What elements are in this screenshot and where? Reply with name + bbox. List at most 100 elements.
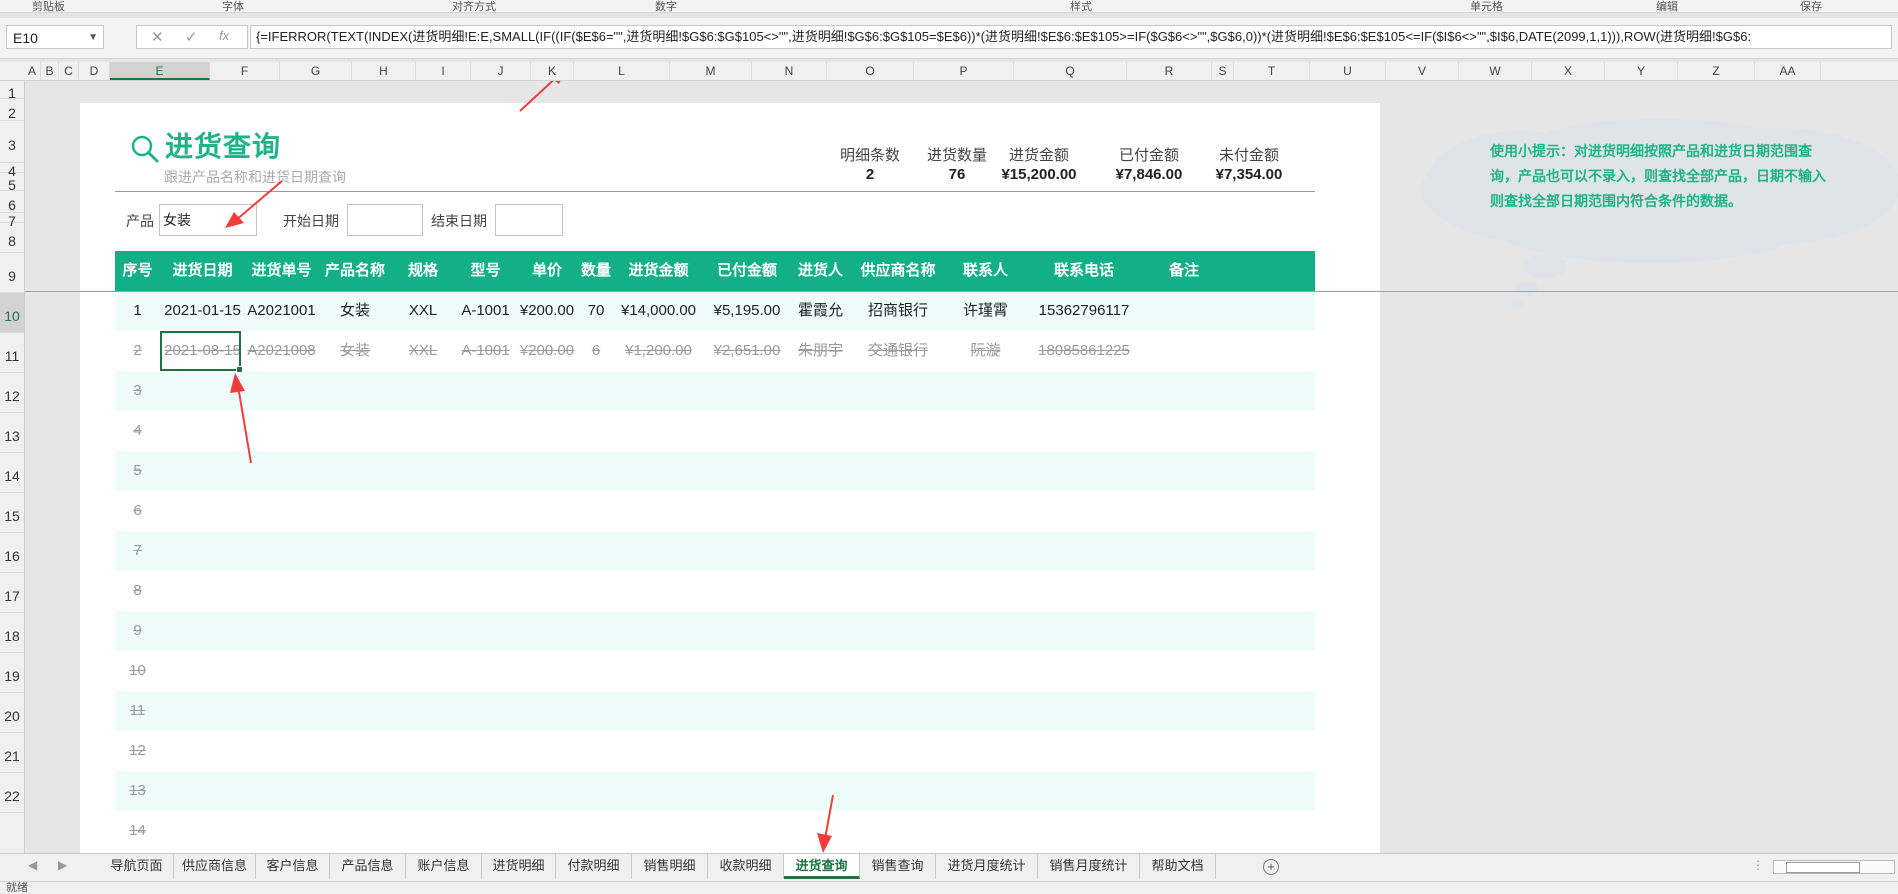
- row-header-13[interactable]: 13: [0, 413, 24, 453]
- tab-13[interactable]: 帮助文档: [1140, 854, 1216, 879]
- tab-4[interactable]: 账户信息: [406, 854, 482, 879]
- ribbon-group-clipboard[interactable]: 剪贴板: [32, 0, 65, 12]
- table-cell[interactable]: A2021008: [245, 331, 318, 371]
- tab-scroll-right-icon[interactable]: ▶: [58, 858, 67, 872]
- row-header-22[interactable]: 22: [0, 773, 24, 813]
- row-header-21[interactable]: 21: [0, 733, 24, 773]
- ribbon-group-font[interactable]: 字体: [222, 0, 244, 12]
- row-header-12[interactable]: 12: [0, 373, 24, 413]
- ribbon-group-number[interactable]: 数字: [655, 0, 677, 12]
- table-cell[interactable]: 10: [115, 651, 160, 691]
- ribbon-group-cells[interactable]: 单元格: [1470, 0, 1503, 12]
- column-header-v[interactable]: V: [1386, 62, 1459, 80]
- table-cell[interactable]: 15362796117: [1024, 291, 1144, 331]
- table-cell[interactable]: 9: [115, 611, 160, 651]
- table-cell[interactable]: 6: [115, 491, 160, 531]
- table-cell[interactable]: 5: [115, 451, 160, 491]
- table-cell[interactable]: ¥5,195.00: [702, 291, 792, 331]
- table-cell[interactable]: 8: [115, 571, 160, 611]
- ribbon-group-editing[interactable]: 编辑: [1656, 0, 1678, 12]
- row-header-14[interactable]: 14: [0, 453, 24, 493]
- tab-12[interactable]: 销售月度统计: [1038, 854, 1140, 879]
- table-cell[interactable]: 13: [115, 771, 160, 811]
- column-header-d[interactable]: D: [79, 62, 110, 80]
- table-cell[interactable]: ¥200.00: [517, 291, 577, 331]
- row-header-3[interactable]: 3: [0, 121, 24, 163]
- table-cell[interactable]: [1144, 291, 1224, 331]
- column-header-l[interactable]: L: [574, 62, 670, 80]
- column-header-s[interactable]: S: [1212, 62, 1234, 80]
- formula-input[interactable]: {=IFERROR(TEXT(INDEX(进货明细!E:E,SMALL(IF((…: [250, 25, 1892, 49]
- column-header-h[interactable]: H: [352, 62, 416, 80]
- tab-2[interactable]: 客户信息: [256, 854, 330, 879]
- column-header-u[interactable]: U: [1310, 62, 1386, 80]
- table-cell[interactable]: 4: [115, 411, 160, 451]
- horizontal-scroll-thumb[interactable]: [1786, 862, 1860, 873]
- column-header-i[interactable]: I: [416, 62, 471, 80]
- table-cell[interactable]: ¥1,200.00: [615, 331, 702, 371]
- tab-3[interactable]: 产品信息: [330, 854, 406, 879]
- table-cell[interactable]: 2021-01-15: [160, 291, 245, 331]
- table-cell[interactable]: 6: [577, 331, 615, 371]
- table-cell[interactable]: 3: [115, 371, 160, 411]
- insert-function-icon[interactable]: fx: [219, 28, 229, 43]
- row-header-9[interactable]: 9: [0, 253, 24, 293]
- table-cell[interactable]: 7: [115, 531, 160, 571]
- add-sheet-icon[interactable]: +: [1263, 859, 1279, 875]
- row-header-4[interactable]: 4: [0, 163, 24, 179]
- table-cell[interactable]: 女装: [318, 331, 392, 371]
- row-header-17[interactable]: 17: [0, 573, 24, 613]
- row-header-10[interactable]: 10: [0, 293, 24, 333]
- row-header-6[interactable]: 6: [0, 191, 24, 213]
- column-header-q[interactable]: Q: [1014, 62, 1127, 80]
- column-header-aa[interactable]: AA: [1755, 62, 1821, 80]
- table-cell[interactable]: 许瑾霄: [947, 291, 1024, 331]
- name-box[interactable]: E10 ▼: [6, 25, 104, 49]
- column-header-f[interactable]: F: [210, 62, 280, 80]
- table-cell[interactable]: 18085861225: [1024, 331, 1144, 371]
- table-cell[interactable]: XXL: [392, 291, 454, 331]
- table-cell[interactable]: ¥14,000.00: [615, 291, 702, 331]
- column-header-g[interactable]: G: [280, 62, 352, 80]
- ribbon-group-styles[interactable]: 样式: [1070, 0, 1092, 12]
- table-cell[interactable]: XXL: [392, 331, 454, 371]
- horizontal-scrollbar[interactable]: [1773, 860, 1895, 874]
- tab-6[interactable]: 付款明细: [556, 854, 632, 879]
- row-header-15[interactable]: 15: [0, 493, 24, 533]
- ribbon-group-save[interactable]: 保存: [1800, 0, 1822, 12]
- tab-8[interactable]: 收款明细: [708, 854, 784, 879]
- tab-5[interactable]: 进货明细: [482, 854, 556, 879]
- column-header-a[interactable]: A: [24, 62, 41, 80]
- column-header-n[interactable]: N: [752, 62, 827, 80]
- column-header-y[interactable]: Y: [1605, 62, 1678, 80]
- table-cell[interactable]: 14: [115, 811, 160, 851]
- column-header-x[interactable]: X: [1532, 62, 1605, 80]
- table-cell[interactable]: A-1001: [454, 331, 517, 371]
- column-header-r[interactable]: R: [1127, 62, 1212, 80]
- column-header-m[interactable]: M: [670, 62, 752, 80]
- row-header-18[interactable]: 18: [0, 613, 24, 653]
- ribbon-group-alignment[interactable]: 对齐方式: [452, 0, 496, 12]
- table-cell[interactable]: 朱朋宇: [792, 331, 849, 371]
- column-header-b[interactable]: B: [41, 62, 59, 80]
- row-header-8[interactable]: 8: [0, 223, 24, 253]
- cancel-icon[interactable]: ✕: [151, 28, 164, 46]
- row-header-1[interactable]: 1: [0, 81, 24, 101]
- column-header-z[interactable]: Z: [1678, 62, 1755, 80]
- table-cell[interactable]: 1: [115, 291, 160, 331]
- table-cell[interactable]: 阮漩: [947, 331, 1024, 371]
- chevron-down-icon[interactable]: ▼: [88, 26, 98, 50]
- end-date-input[interactable]: [495, 204, 563, 236]
- table-cell[interactable]: 交通银行: [849, 331, 947, 371]
- table-cell[interactable]: 招商银行: [849, 291, 947, 331]
- column-header-c[interactable]: C: [59, 62, 79, 80]
- tab-0[interactable]: 导航页面: [100, 854, 174, 879]
- column-header-t[interactable]: T: [1234, 62, 1310, 80]
- table-cell[interactable]: 霍霞允: [792, 291, 849, 331]
- tab-11[interactable]: 进货月度统计: [936, 854, 1038, 879]
- row-header-20[interactable]: 20: [0, 693, 24, 733]
- column-header-k[interactable]: K: [531, 62, 574, 80]
- start-date-input[interactable]: [347, 204, 423, 236]
- table-cell[interactable]: ¥2,651.00: [702, 331, 792, 371]
- table-cell[interactable]: 11: [115, 691, 160, 731]
